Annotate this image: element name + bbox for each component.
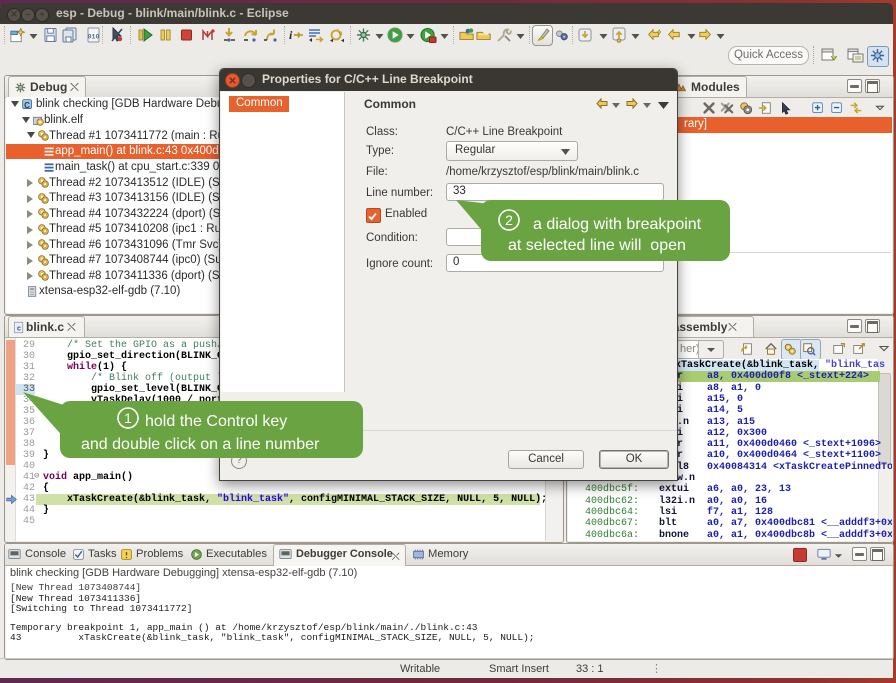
svg-text:at selected line will open: at selected line will open (508, 237, 686, 254)
svg-text:010: 010 (88, 34, 100, 41)
svg-text:and double click on a line num: and double click on a line number (81, 436, 320, 453)
svg-text:a dialog with breakpoint: a dialog with breakpoint (533, 216, 702, 233)
svg-text:hold the Control key: hold the Control key (145, 413, 287, 430)
svg-text:o: o (339, 31, 343, 37)
svg-text:C: C (24, 100, 30, 109)
svg-text:i: i (289, 28, 293, 42)
svg-text:2: 2 (505, 212, 513, 228)
svg-text:c: c (17, 324, 21, 333)
svg-text:1: 1 (124, 410, 132, 426)
